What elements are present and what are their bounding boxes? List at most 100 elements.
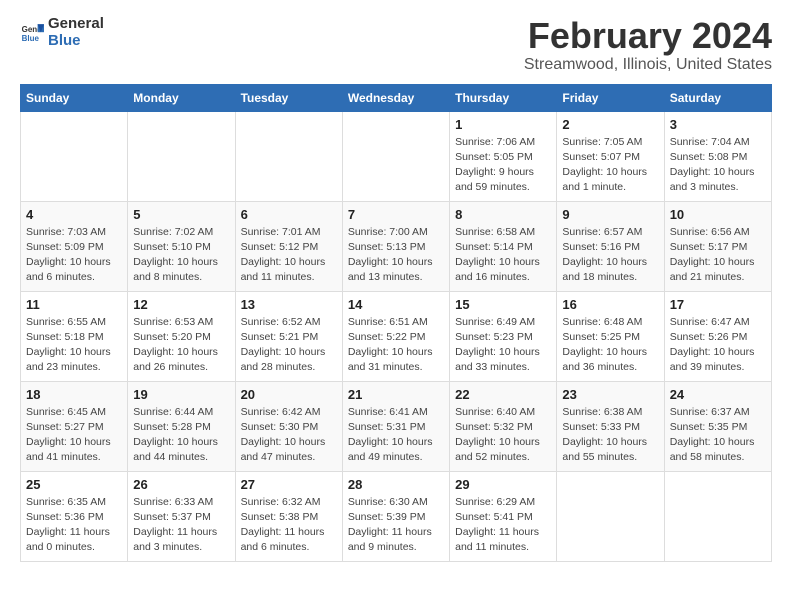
calendar-table: Sunday Monday Tuesday Wednesday Thursday… (20, 84, 772, 562)
day-info: Sunrise: 6:57 AM Sunset: 5:16 PM Dayligh… (562, 225, 658, 286)
day-number: 12 (133, 297, 229, 312)
day-number: 14 (348, 297, 444, 312)
calendar-cell: 16 Sunrise: 6:48 AM Sunset: 5:25 PM Dayli… (557, 291, 664, 381)
calendar-cell: 29 Sunrise: 6:29 AM Sunset: 5:41 PM Dayli… (450, 471, 557, 561)
calendar-cell (664, 471, 771, 561)
col-tuesday: Tuesday (235, 84, 342, 111)
day-number: 15 (455, 297, 551, 312)
calendar-cell: 22Sunrise: 6:40 AM Sunset: 5:32 PM Dayli… (450, 381, 557, 471)
col-wednesday: Wednesday (342, 84, 449, 111)
day-info: Sunrise: 7:06 AM Sunset: 5:05 PM Dayligh… (455, 135, 551, 196)
calendar-cell: 25 Sunrise: 6:35 AM Sunset: 5:36 PM Dayli… (21, 471, 128, 561)
header-row: Sunday Monday Tuesday Wednesday Thursday… (21, 84, 772, 111)
calendar-cell: 23Sunrise: 6:38 AM Sunset: 5:33 PM Dayli… (557, 381, 664, 471)
day-number: 8 (455, 207, 551, 222)
calendar-cell: 4Sunrise: 7:03 AM Sunset: 5:09 PM Daylig… (21, 201, 128, 291)
col-thursday: Thursday (450, 84, 557, 111)
week-row-5: 25 Sunrise: 6:35 AM Sunset: 5:36 PM Dayli… (21, 471, 772, 561)
day-number: 20 (241, 387, 337, 402)
day-number: 7 (348, 207, 444, 222)
calendar-cell (342, 111, 449, 201)
calendar-cell: 24 Sunrise: 6:37 AM Sunset: 5:35 PM Dayli… (664, 381, 771, 471)
calendar-body: 1 Sunrise: 7:06 AM Sunset: 5:05 PM Daylig… (21, 111, 772, 561)
day-number: 3 (670, 117, 766, 132)
day-number: 10 (670, 207, 766, 222)
day-info: Sunrise: 6:56 AM Sunset: 5:17 PM Dayligh… (670, 225, 766, 286)
calendar-cell: 19 Sunrise: 6:44 AM Sunset: 5:28 PM Dayli… (128, 381, 235, 471)
day-number: 29 (455, 477, 551, 492)
day-info: Sunrise: 6:29 AM Sunset: 5:41 PM Dayligh… (455, 495, 551, 556)
calendar-cell: 7 Sunrise: 7:00 AM Sunset: 5:13 PM Daylig… (342, 201, 449, 291)
calendar-cell: 11 Sunrise: 6:55 AM Sunset: 5:18 PM Dayli… (21, 291, 128, 381)
day-number: 23 (562, 387, 658, 402)
page-subtitle: Streamwood, Illinois, United States (524, 56, 772, 74)
day-number: 9 (562, 207, 658, 222)
calendar-cell: 1 Sunrise: 7:06 AM Sunset: 5:05 PM Daylig… (450, 111, 557, 201)
day-number: 5 (133, 207, 229, 222)
day-info: Sunrise: 7:02 AM Sunset: 5:10 PM Dayligh… (133, 225, 229, 286)
day-info: Sunrise: 7:00 AM Sunset: 5:13 PM Dayligh… (348, 225, 444, 286)
calendar-cell: 20Sunrise: 6:42 AM Sunset: 5:30 PM Dayli… (235, 381, 342, 471)
day-info: Sunrise: 6:33 AM Sunset: 5:37 PM Dayligh… (133, 495, 229, 556)
day-number: 22 (455, 387, 551, 402)
day-info: Sunrise: 6:47 AM Sunset: 5:26 PM Dayligh… (670, 315, 766, 376)
day-info: Sunrise: 6:52 AM Sunset: 5:21 PM Dayligh… (241, 315, 337, 376)
day-number: 28 (348, 477, 444, 492)
page-header: General Blue General Blue February 2024 … (20, 16, 772, 74)
day-info: Sunrise: 6:37 AM Sunset: 5:35 PM Dayligh… (670, 405, 766, 466)
col-sunday: Sunday (21, 84, 128, 111)
calendar-cell: 21Sunrise: 6:41 AM Sunset: 5:31 PM Dayli… (342, 381, 449, 471)
calendar-cell: 3 Sunrise: 7:04 AM Sunset: 5:08 PM Daylig… (664, 111, 771, 201)
day-number: 19 (133, 387, 229, 402)
day-info: Sunrise: 6:48 AM Sunset: 5:25 PM Dayligh… (562, 315, 658, 376)
calendar-cell: 2 Sunrise: 7:05 AM Sunset: 5:07 PM Daylig… (557, 111, 664, 201)
day-number: 24 (670, 387, 766, 402)
week-row-1: 1 Sunrise: 7:06 AM Sunset: 5:05 PM Daylig… (21, 111, 772, 201)
calendar-cell (557, 471, 664, 561)
calendar-cell: 14 Sunrise: 6:51 AM Sunset: 5:22 PM Dayli… (342, 291, 449, 381)
calendar-cell (128, 111, 235, 201)
day-info: Sunrise: 7:03 AM Sunset: 5:09 PM Dayligh… (26, 225, 122, 286)
svg-text:Blue: Blue (22, 34, 40, 43)
day-number: 27 (241, 477, 337, 492)
day-number: 16 (562, 297, 658, 312)
day-info: Sunrise: 6:44 AM Sunset: 5:28 PM Dayligh… (133, 405, 229, 466)
calendar-cell: 6Sunrise: 7:01 AM Sunset: 5:12 PM Daylig… (235, 201, 342, 291)
col-saturday: Saturday (664, 84, 771, 111)
day-info: Sunrise: 6:41 AM Sunset: 5:31 PM Dayligh… (348, 405, 444, 466)
calendar-cell: 15 Sunrise: 6:49 AM Sunset: 5:23 PM Dayli… (450, 291, 557, 381)
calendar-header: Sunday Monday Tuesday Wednesday Thursday… (21, 84, 772, 111)
week-row-4: 18Sunrise: 6:45 AM Sunset: 5:27 PM Dayli… (21, 381, 772, 471)
day-info: Sunrise: 6:51 AM Sunset: 5:22 PM Dayligh… (348, 315, 444, 376)
calendar-cell: 13 Sunrise: 6:52 AM Sunset: 5:21 PM Dayli… (235, 291, 342, 381)
day-number: 13 (241, 297, 337, 312)
day-number: 2 (562, 117, 658, 132)
day-info: Sunrise: 7:04 AM Sunset: 5:08 PM Dayligh… (670, 135, 766, 196)
day-info: Sunrise: 6:58 AM Sunset: 5:14 PM Dayligh… (455, 225, 551, 286)
day-info: Sunrise: 6:30 AM Sunset: 5:39 PM Dayligh… (348, 495, 444, 556)
day-info: Sunrise: 6:49 AM Sunset: 5:23 PM Dayligh… (455, 315, 551, 376)
day-info: Sunrise: 6:45 AM Sunset: 5:27 PM Dayligh… (26, 405, 122, 466)
calendar-cell: 18Sunrise: 6:45 AM Sunset: 5:27 PM Dayli… (21, 381, 128, 471)
calendar-cell: 26Sunrise: 6:33 AM Sunset: 5:37 PM Dayli… (128, 471, 235, 561)
calendar-cell: 5 Sunrise: 7:02 AM Sunset: 5:10 PM Daylig… (128, 201, 235, 291)
calendar-cell (235, 111, 342, 201)
day-info: Sunrise: 7:05 AM Sunset: 5:07 PM Dayligh… (562, 135, 658, 196)
day-number: 17 (670, 297, 766, 312)
col-friday: Friday (557, 84, 664, 111)
day-info: Sunrise: 6:55 AM Sunset: 5:18 PM Dayligh… (26, 315, 122, 376)
day-info: Sunrise: 7:01 AM Sunset: 5:12 PM Dayligh… (241, 225, 337, 286)
day-number: 25 (26, 477, 122, 492)
day-number: 1 (455, 117, 551, 132)
day-info: Sunrise: 6:53 AM Sunset: 5:20 PM Dayligh… (133, 315, 229, 376)
calendar-cell: 8 Sunrise: 6:58 AM Sunset: 5:14 PM Daylig… (450, 201, 557, 291)
col-monday: Monday (128, 84, 235, 111)
calendar-cell: 10 Sunrise: 6:56 AM Sunset: 5:17 PM Dayli… (664, 201, 771, 291)
day-info: Sunrise: 6:32 AM Sunset: 5:38 PM Dayligh… (241, 495, 337, 556)
day-number: 11 (26, 297, 122, 312)
day-info: Sunrise: 6:35 AM Sunset: 5:36 PM Dayligh… (26, 495, 122, 556)
calendar-cell (21, 111, 128, 201)
calendar-cell: 12 Sunrise: 6:53 AM Sunset: 5:20 PM Dayli… (128, 291, 235, 381)
calendar-cell: 17 Sunrise: 6:47 AM Sunset: 5:26 PM Dayli… (664, 291, 771, 381)
calendar-cell: 27 Sunrise: 6:32 AM Sunset: 5:38 PM Dayli… (235, 471, 342, 561)
